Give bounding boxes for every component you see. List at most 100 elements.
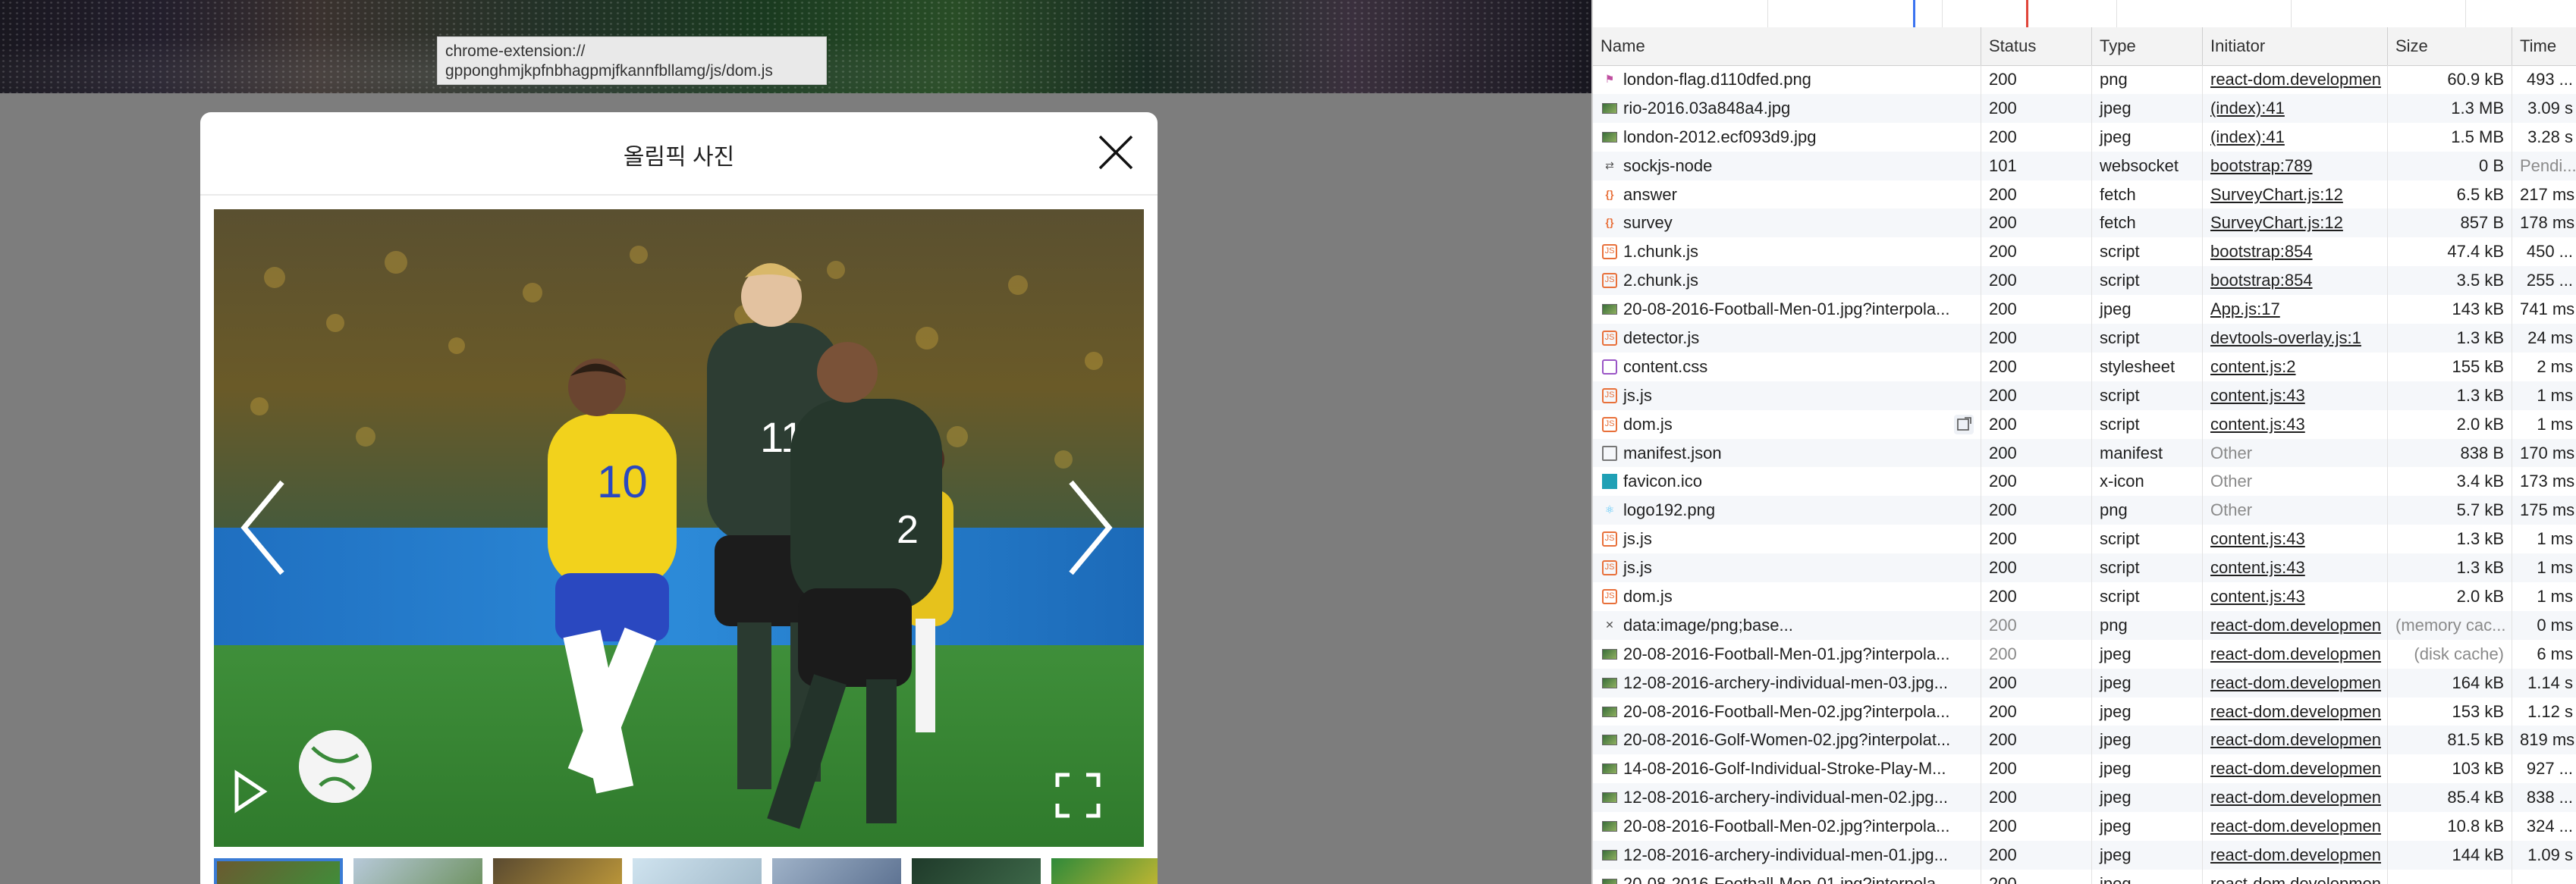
network-request-row[interactable]: manifest.json 200 manifest Other 838 B 170 ms [1593,438,2576,468]
network-request-row[interactable]: london-2012.ecf093d9.jpg 200 jpeg (index):4… [1593,122,2576,152]
network-request-row[interactable]: 20-08-2016-Football-Men-01.jpg?interpola… [1593,639,2576,669]
request-initiator-link-text[interactable]: content.js:43 [2210,529,2305,548]
request-initiator-link[interactable]: react-dom.developmen [2203,841,2388,870]
request-initiator-link[interactable]: (index):41 [2203,93,2388,123]
request-name-cell[interactable]: 20-08-2016-Football-Men-01.jpg?interpola… [1593,869,1981,884]
request-initiator-link[interactable]: react-dom.developmen [2203,668,2388,697]
request-name-cell[interactable]: JS js.js [1593,525,1981,554]
network-request-row[interactable]: 20-08-2016-Golf-Women-02.jpg?interpolat.… [1593,726,2576,755]
request-initiator-link-text[interactable]: react-dom.developmen [2210,702,2381,721]
request-name-cell[interactable]: JS js.js [1593,553,1981,583]
network-request-row[interactable]: ⇄ sockjs-node 101 websocket bootstrap:789 0 B… [1593,151,2576,180]
request-initiator-link[interactable]: SurveyChart.js:12 [2203,180,2388,209]
network-request-row[interactable]: 12-08-2016-archery-individual-men-03.jpg… [1593,668,2576,697]
network-request-row[interactable]: JS detector.js 200 script devtools-overlay.j… [1593,324,2576,353]
request-initiator-link-text[interactable]: react-dom.developmen [2210,673,2381,692]
thumbnail-7[interactable] [1051,858,1158,884]
column-header-name[interactable]: Name [1593,27,1981,65]
request-name-cell[interactable]: 20-08-2016-Golf-Women-02.jpg?interpolat.… [1593,726,1981,755]
thumbnail-5[interactable] [772,858,901,884]
request-initiator-link-text[interactable]: react-dom.developmen [2210,616,2381,635]
network-request-row[interactable]: JS js.js 200 script content.js:43 1.3 kB 1 ms [1593,381,2576,410]
play-slideshow-button[interactable] [231,769,269,814]
request-initiator-link-text[interactable]: bootstrap:789 [2210,156,2313,175]
request-initiator-link[interactable]: react-dom.developmen [2203,869,2388,884]
close-button[interactable] [1097,133,1135,171]
thumbnail-1[interactable] [214,858,343,884]
network-request-row[interactable]: 14-08-2016-Golf-Individual-Stroke-Play-M… [1593,754,2576,784]
network-request-row[interactable]: {} answer 200 fetch SurveyChart.js:12 6.5 kB 2… [1593,180,2576,209]
thumbnail-6[interactable] [912,858,1041,884]
request-initiator-link-text[interactable]: react-dom.developmen [2210,788,2381,807]
network-request-row[interactable]: content.css 200 stylesheet content.js:2 155 … [1593,352,2576,381]
request-name-cell[interactable]: london-2012.ecf093d9.jpg [1593,122,1981,152]
request-initiator-link-text[interactable]: (index):41 [2210,99,2285,118]
column-header-initiator[interactable]: Initiator [2203,27,2388,65]
network-request-row[interactable]: ⚛ logo192.png 200 png Other 5.7 kB 175 ms [1593,496,2576,525]
request-initiator-link[interactable]: content.js:43 [2203,525,2388,554]
request-name-cell[interactable]: JS 1.chunk.js [1593,237,1981,267]
request-initiator-link[interactable]: App.js:17 [2203,295,2388,324]
request-initiator-link[interactable]: react-dom.developmen [2203,610,2388,640]
request-name-cell[interactable]: JS dom.js [1593,582,1981,611]
network-request-row[interactable]: favicon.ico 200 x-icon Other 3.4 kB 173 ms [1593,467,2576,497]
request-initiator-link-text[interactable]: content.js:43 [2210,415,2305,434]
thumbnail-3[interactable] [493,858,622,884]
request-initiator-link-text[interactable]: (index):41 [2210,127,2285,146]
next-photo-button[interactable] [1057,475,1118,581]
request-name-cell[interactable]: content.css [1593,352,1981,381]
network-timeline-overview[interactable] [1593,0,2576,28]
request-initiator-link-text[interactable]: content.js:43 [2210,386,2305,405]
column-header-time[interactable]: Time [2512,27,2576,65]
request-initiator-link[interactable]: react-dom.developmen [2203,726,2388,755]
request-name-cell[interactable]: ⇄ sockjs-node [1593,151,1981,180]
request-initiator-link[interactable]: bootstrap:854 [2203,266,2388,296]
request-name-cell[interactable]: {} survey [1593,208,1981,238]
request-initiator-link[interactable]: (index):41 [2203,122,2388,152]
request-initiator-link-text[interactable]: SurveyChart.js:12 [2210,185,2343,204]
request-name-cell[interactable]: 20-08-2016-Football-Men-02.jpg?interpola… [1593,697,1981,726]
request-name-cell[interactable]: JS dom.js [1593,409,1981,439]
network-request-row[interactable]: JS 2.chunk.js 200 script bootstrap:854 3.5 kB… [1593,266,2576,296]
request-initiator-link[interactable]: content.js:43 [2203,409,2388,439]
network-request-row[interactable]: JS dom.js 200 script content.js:43 2.0 kB 1 ms [1593,582,2576,611]
column-header-size[interactable]: Size [2388,27,2512,65]
network-request-row[interactable]: rio-2016.03a848a4.jpg 200 jpeg (index):41 1.… [1593,93,2576,123]
network-request-row[interactable]: 12-08-2016-archery-individual-men-02.jpg… [1593,783,2576,813]
network-request-row[interactable]: ⚑ london-flag.d110dfed.png 200 png react-dom… [1593,65,2576,94]
request-name-cell[interactable]: ⚛ logo192.png [1593,496,1981,525]
request-name-cell[interactable]: favicon.ico [1593,467,1981,497]
request-name-cell[interactable]: 20-08-2016-Football-Men-02.jpg?interpola… [1593,812,1981,842]
request-initiator-link[interactable]: bootstrap:854 [2203,237,2388,267]
request-initiator-link[interactable]: content.js:43 [2203,553,2388,583]
network-request-row[interactable]: JS js.js 200 script content.js:43 1.3 kB 1 ms [1593,553,2576,583]
request-initiator-link[interactable]: react-dom.developmen [2203,65,2388,94]
request-initiator-link-text[interactable]: SurveyChart.js:12 [2210,213,2343,232]
override-icon[interactable] [1954,414,1974,434]
request-name-cell[interactable]: JS detector.js [1593,324,1981,353]
request-initiator-link[interactable]: bootstrap:789 [2203,151,2388,180]
request-name-cell[interactable]: manifest.json [1593,438,1981,468]
request-name-cell[interactable]: ✕ data:image/png;base... [1593,610,1981,640]
request-initiator-link[interactable]: react-dom.developmen [2203,754,2388,784]
column-header-status[interactable]: Status [1981,27,2092,65]
request-initiator-link-text[interactable]: bootstrap:854 [2210,242,2313,261]
request-initiator-link-text[interactable]: react-dom.developmen [2210,70,2381,89]
request-initiator-link[interactable]: content.js:2 [2203,352,2388,381]
network-request-row[interactable]: 20-08-2016-Football-Men-01.jpg?interpola… [1593,295,2576,324]
network-request-row[interactable]: JS dom.js 200 script content.js:43 2.0 kB 1 ms [1593,409,2576,439]
previous-photo-button[interactable] [235,475,296,581]
request-initiator-link-text[interactable]: react-dom.developmen [2210,730,2381,749]
request-initiator-link-text[interactable]: devtools-overlay.js:1 [2210,328,2361,347]
request-initiator-link[interactable]: content.js:43 [2203,582,2388,611]
request-initiator-link[interactable]: devtools-overlay.js:1 [2203,324,2388,353]
request-initiator-link-text[interactable]: react-dom.developmen [2210,759,2381,778]
request-initiator-link[interactable]: content.js:43 [2203,381,2388,410]
request-name-cell[interactable]: rio-2016.03a848a4.jpg [1593,93,1981,123]
network-request-row[interactable]: JS 1.chunk.js 200 script bootstrap:854 47.4 k… [1593,237,2576,267]
network-request-row[interactable]: 20-08-2016-Football-Men-02.jpg?interpola… [1593,697,2576,726]
request-initiator-link-text[interactable]: bootstrap:854 [2210,271,2313,290]
request-initiator-link-text[interactable]: react-dom.developmen [2210,845,2381,864]
request-name-cell[interactable]: 12-08-2016-archery-individual-men-01.jpg… [1593,841,1981,870]
request-initiator-link-text[interactable]: content.js:43 [2210,558,2305,577]
